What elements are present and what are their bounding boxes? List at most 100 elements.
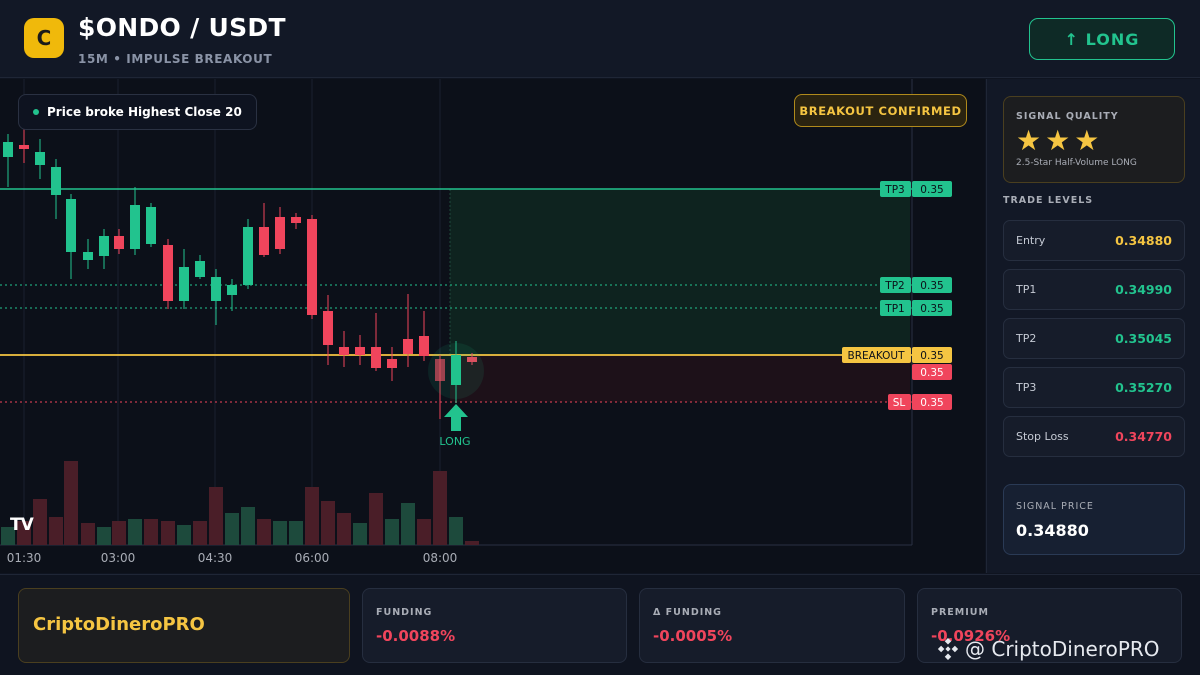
level-value: 0.34990 [1115,282,1172,297]
delta-funding-card: Δ FUNDING -0.0005% [639,588,905,663]
level-label: Entry [1016,234,1046,247]
level-value: 0.35045 [1115,331,1172,346]
volume-bar [465,541,479,545]
pair-title: $ONDO / USDT [78,13,286,42]
candle-body [83,252,93,260]
level-label: TP1 [1016,283,1037,296]
long-signal-button[interactable]: ↑ LONG [1029,18,1175,60]
volume-bar [241,507,255,545]
volume-bar [177,525,191,545]
app-logo: C [24,18,64,58]
signal-price-value: 0.34880 [1016,521,1089,540]
volume-bar [33,499,47,545]
volume-bar [401,503,415,545]
signal-quality-desc: 2.5-Star Half-Volume LONG [1016,158,1137,168]
stat-title: FUNDING [376,607,433,618]
volume-bar [433,471,447,545]
price-value: 0.35 [920,367,943,379]
signal-panel: SIGNAL QUALITY ★★★ 2.5-Star Half-Volume … [986,79,1200,573]
time-label: 03:00 [101,551,136,565]
tp3-tag: TP3 [884,184,904,196]
volume-bar [273,521,287,545]
target-zone [450,189,910,355]
candle-body [146,207,156,244]
candle-body [51,167,61,195]
candle-body [130,205,140,249]
funding-card: FUNDING -0.0088% [362,588,627,663]
stat-title: Δ FUNDING [653,607,722,618]
breakout-value: 0.35 [920,350,943,362]
candle-body [35,152,45,165]
level-tp3: TP3 0.35270 [1003,367,1185,408]
candle-body [307,219,317,315]
level-label: TP2 [1016,332,1037,345]
long-marker-label: LONG [439,435,470,448]
time-label: 01:30 [7,551,42,565]
stat-value: -0.0005% [653,627,733,645]
candle-body [163,245,173,301]
level-value: 0.34770 [1115,429,1172,444]
volume-bar [321,501,335,545]
volume-bar [337,513,351,545]
volume-bar [49,517,63,545]
candle-body [387,359,397,368]
volume-bar [193,521,207,545]
signal-note: Price broke Highest Close 20 [18,94,257,130]
candle-body [19,145,29,149]
price-chart[interactable]: LONG TP3 0.35 TP2 0.35 TP1 0.35 BREAKOUT… [0,79,985,573]
sl-tag: SL [893,397,906,409]
candle-body [259,227,269,255]
level-tp1: TP1 0.34990 [1003,269,1185,310]
chart-canvas: LONG TP3 0.35 TP2 0.35 TP1 0.35 BREAKOUT… [0,79,952,565]
candle-body [355,347,365,355]
star-rating-icon: ★★★ [1016,124,1104,157]
candle-body [339,347,349,355]
volume-bar [81,523,95,545]
volume-bar [353,523,367,545]
stop-zone [450,355,910,402]
level-entry: Entry 0.34880 [1003,220,1185,261]
volume-bar [385,519,399,545]
signal-quality-card: SIGNAL QUALITY ★★★ 2.5-Star Half-Volume … [1003,96,1185,183]
volume-bar [257,519,271,545]
level-tp2: TP2 0.35045 [1003,318,1185,359]
candle-body [323,311,333,345]
sl-value: 0.35 [920,397,943,409]
brand-card: CriptoDineroPRO [18,588,350,663]
level-label: TP3 [1016,381,1037,394]
volume-bar [112,521,126,545]
time-label: 06:00 [295,551,330,565]
time-label: 08:00 [423,551,458,565]
level-value: 0.35270 [1115,380,1172,395]
volume-bar [369,493,383,545]
candle-body [211,277,221,301]
tp1-value: 0.35 [920,303,943,315]
candle-body [227,285,237,295]
candle-body [291,217,301,223]
candle-body [3,142,13,157]
long-arrow-icon [444,404,468,431]
volume-bar [64,461,78,545]
tp2-value: 0.35 [920,280,943,292]
signal-note-text: Price broke Highest Close 20 [47,105,242,119]
stat-value: -0.0088% [376,627,456,645]
candle-body [371,347,381,368]
header: C $ONDO / USDT 15M • IMPULSE BREAKOUT ↑ … [0,0,1200,78]
tp2-tag: TP2 [884,280,904,292]
volume-bar [225,513,239,545]
pair-subtitle: 15M • IMPULSE BREAKOUT [78,52,273,66]
volume-bar [209,487,223,545]
volume-bar [144,519,158,545]
signal-quality-title: SIGNAL QUALITY [1016,111,1119,122]
signal-price-title: SIGNAL PRICE [1016,501,1094,512]
volume-bar [97,527,111,545]
tradingview-logo-icon: TV [10,515,34,535]
volume-bar [417,519,431,545]
volume-bar [305,487,319,545]
candle-body [275,217,285,249]
breakout-confirmed-badge: BREAKOUT CONFIRMED [794,94,967,127]
volume-bar [289,521,303,545]
tp3-value: 0.35 [920,184,943,196]
signal-price-card: SIGNAL PRICE 0.34880 [1003,484,1185,555]
volume-bar [161,521,175,545]
